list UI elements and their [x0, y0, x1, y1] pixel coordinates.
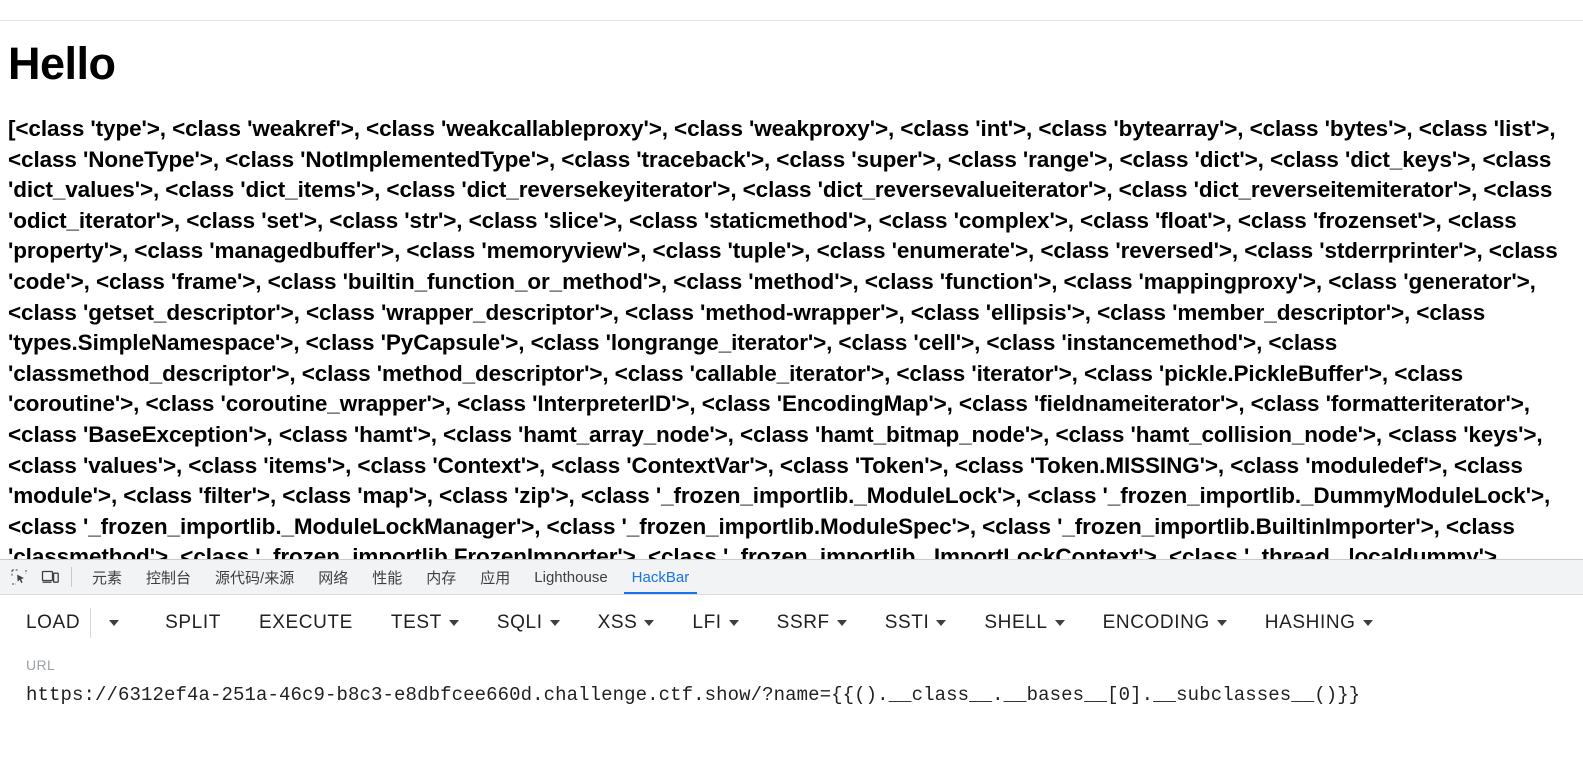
- devtools-tabbar: 元素 控制台 源代码/来源 网络 性能 内存 应用 Lighthouse Hac…: [0, 560, 1583, 595]
- browser-window: Hello [<class 'type'>, <class 'weakref'>…: [0, 0, 1583, 762]
- ssrf-menu-label: SSRF: [776, 612, 830, 633]
- lfi-menu-label: LFI: [692, 612, 722, 633]
- ssrf-menu-button[interactable]: SSRF: [777, 608, 847, 638]
- chevron-down-icon: [936, 620, 947, 626]
- subclasses-output: [<class 'type'>, <class 'weakref'>, <cla…: [8, 116, 1558, 559]
- ssti-menu-button[interactable]: SSTI: [885, 608, 947, 638]
- chevron-down-icon: [1054, 620, 1065, 626]
- tab-elements[interactable]: 元素: [80, 560, 134, 594]
- shell-menu-button[interactable]: SHELL: [984, 608, 1065, 638]
- hackbar-toolbar: LOAD SPLIT EXECUTE TEST SQLI XSS LFI SSR…: [0, 595, 1583, 651]
- hashing-menu-label: HASHING: [1264, 612, 1356, 633]
- tab-network[interactable]: 网络: [306, 560, 360, 594]
- ssti-menu-label: SSTI: [884, 612, 930, 633]
- device-toolbar-icon[interactable]: [35, 560, 66, 594]
- shell-menu-label: SHELL: [984, 612, 1048, 633]
- chevron-down-icon: [448, 620, 459, 626]
- lfi-menu-button[interactable]: LFI: [692, 608, 739, 638]
- tab-performance[interactable]: 性能: [360, 560, 414, 594]
- chevron-down-icon: [728, 620, 739, 626]
- sqli-menu-label: SQLI: [496, 612, 543, 633]
- tab-memory[interactable]: 内存: [414, 560, 468, 594]
- tab-application[interactable]: 应用: [468, 560, 522, 594]
- sqli-menu-button[interactable]: SQLI: [497, 608, 560, 638]
- xss-menu-button[interactable]: XSS: [598, 608, 655, 638]
- tab-hackbar[interactable]: HackBar: [620, 560, 702, 594]
- tab-console[interactable]: 控制台: [134, 560, 203, 594]
- encoding-menu-label: ENCODING: [1102, 612, 1210, 633]
- chevron-down-icon: [549, 620, 560, 626]
- url-field-group: URL: [0, 651, 1583, 708]
- chevron-down-icon: [644, 620, 655, 626]
- tab-sources[interactable]: 源代码/来源: [203, 560, 306, 594]
- hashing-menu-button[interactable]: HASHING: [1265, 608, 1373, 638]
- url-input[interactable]: [26, 682, 1557, 708]
- chevron-down-icon: [1216, 620, 1227, 626]
- encoding-menu-button[interactable]: ENCODING: [1103, 608, 1227, 638]
- tab-lighthouse[interactable]: Lighthouse: [522, 560, 619, 594]
- xss-menu-label: XSS: [597, 612, 638, 633]
- page-title: Hello: [8, 38, 116, 89]
- split-button[interactable]: SPLIT: [165, 608, 221, 638]
- load-button[interactable]: LOAD: [26, 608, 80, 638]
- devtools-tab-list: 元素 控制台 源代码/来源 网络 性能 内存 应用 Lighthouse Hac…: [80, 560, 701, 594]
- test-menu-label: TEST: [390, 612, 442, 633]
- page-content: Hello [<class 'type'>, <class 'weakref'>…: [0, 21, 1583, 559]
- load-divider: [90, 608, 92, 638]
- devtools-panel: 元素 控制台 源代码/来源 网络 性能 内存 应用 Lighthouse Hac…: [0, 559, 1583, 762]
- chevron-down-icon: [1362, 620, 1373, 626]
- chevron-down-icon: [836, 620, 847, 626]
- test-menu-button[interactable]: TEST: [391, 608, 459, 638]
- inspect-element-icon[interactable]: [4, 560, 35, 594]
- load-dropdown-chevron-down-icon[interactable]: [101, 610, 127, 636]
- toolbar-divider: [71, 567, 72, 587]
- execute-button[interactable]: EXECUTE: [259, 608, 353, 638]
- hackbar-panel: LOAD SPLIT EXECUTE TEST SQLI XSS LFI SSR…: [0, 595, 1583, 762]
- url-label: URL: [26, 657, 56, 673]
